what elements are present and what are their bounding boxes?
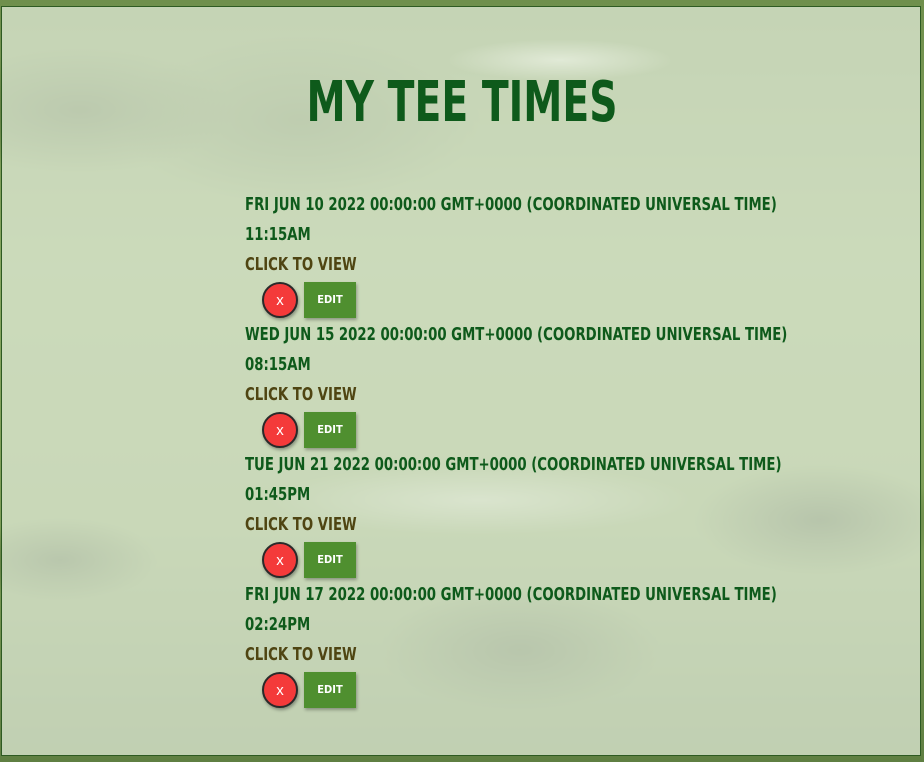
tee-time-time: 11:15AM [245, 224, 311, 245]
tee-time-time: 01:45PM [245, 484, 311, 505]
tee-time-date: Wed Jun 15 2022 00:00:00 GMT+0000 (Coord… [245, 324, 788, 345]
tee-time-time: 08:15AM [245, 354, 311, 375]
click-to-view-link[interactable]: Click to view [245, 384, 357, 405]
tee-time-date: Fri Jun 17 2022 00:00:00 GMT+0000 (Coord… [245, 584, 777, 605]
page-title: MY TEE TIMES [306, 70, 618, 135]
click-to-view-link[interactable]: Click to view [245, 254, 357, 275]
tee-time-date: Fri Jun 10 2022 00:00:00 GMT+0000 (Coord… [245, 194, 777, 215]
edit-button[interactable]: EDIT [304, 412, 356, 448]
tee-time-time: 02:24PM [245, 614, 311, 635]
edit-button[interactable]: EDIT [304, 672, 356, 708]
edit-button[interactable]: EDIT [304, 282, 356, 318]
delete-button[interactable]: x [262, 672, 298, 708]
delete-button[interactable]: x [262, 282, 298, 318]
click-to-view-link[interactable]: Click to view [245, 514, 357, 535]
tee-time-date: Tue Jun 21 2022 00:00:00 GMT+0000 (Coord… [245, 454, 782, 475]
delete-button[interactable]: x [262, 412, 298, 448]
click-to-view-link[interactable]: Click to view [245, 644, 357, 665]
edit-button[interactable]: EDIT [304, 542, 356, 578]
delete-button[interactable]: x [262, 542, 298, 578]
